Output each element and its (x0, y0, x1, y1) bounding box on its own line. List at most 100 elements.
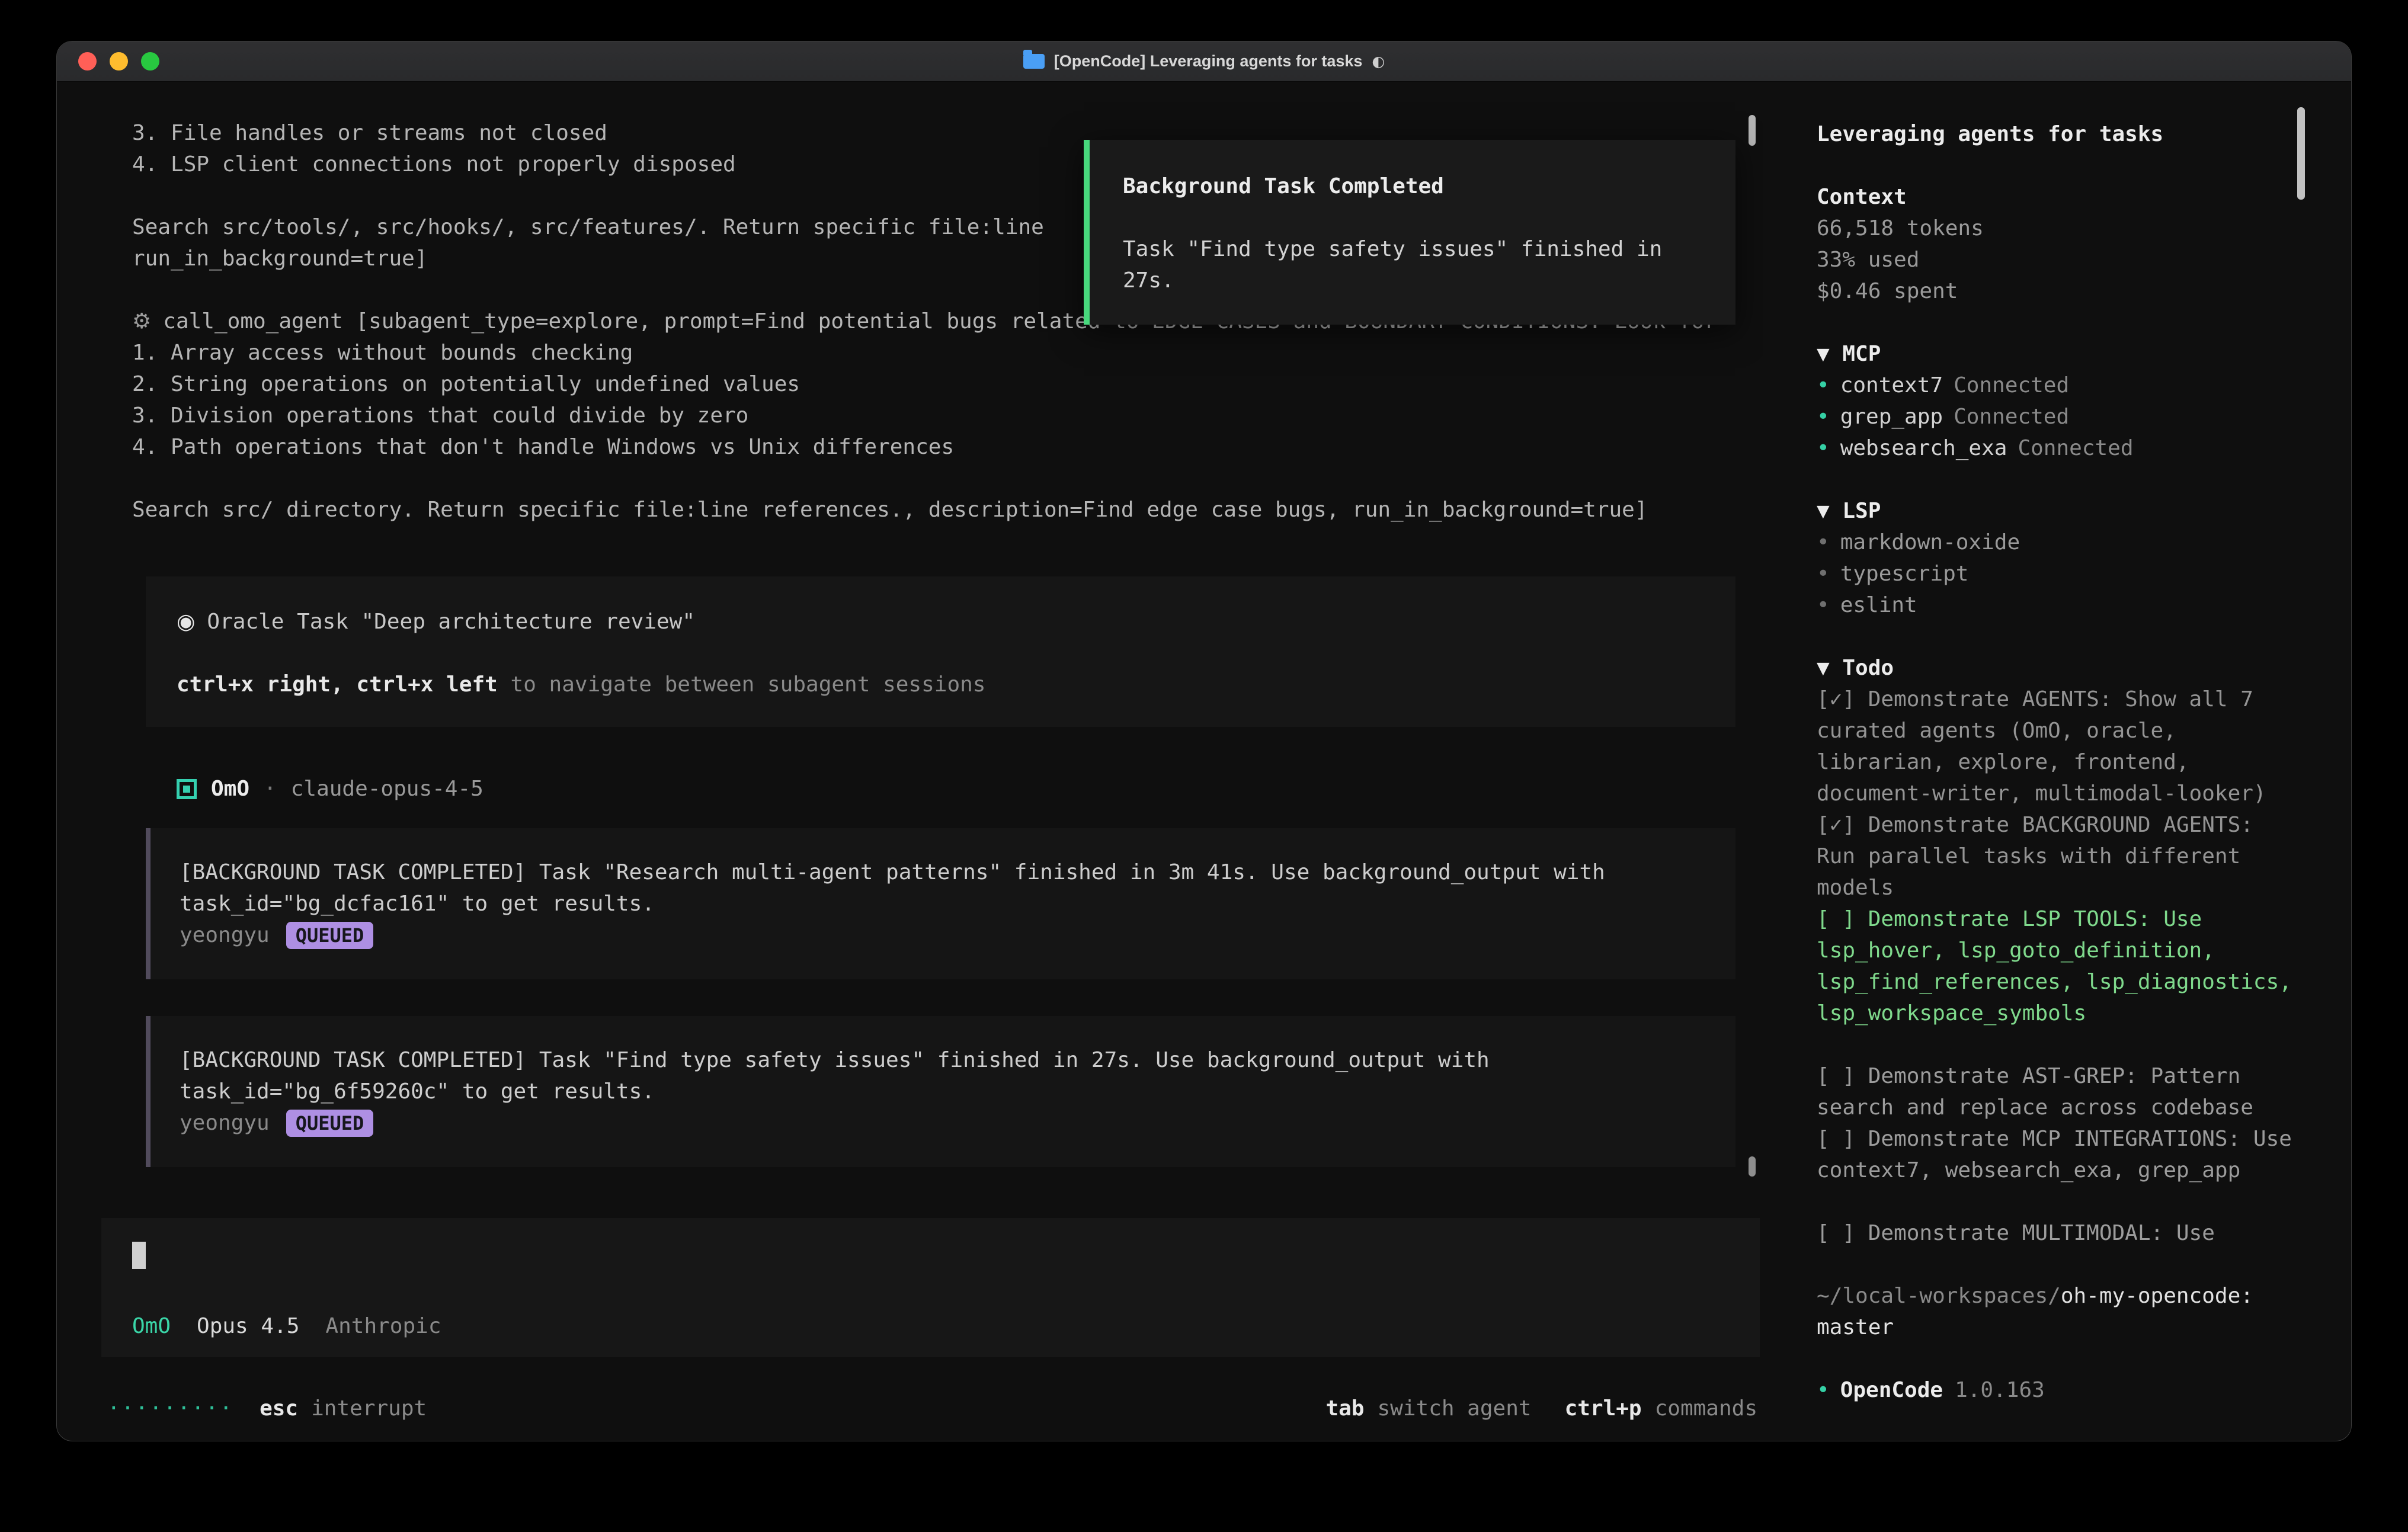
input-meta: OmO Opus 4.5 Anthropic (132, 1310, 441, 1342)
mcp-status: Connected (1954, 373, 2069, 398)
todo-item: [✓] Demonstrate AGENTS: Show all 7 curat… (1817, 684, 2292, 809)
message-footer: yeongyu QUEUED (180, 1107, 1712, 1139)
commands-label: commands (1655, 1393, 1757, 1424)
status-badge: QUEUED (286, 1110, 374, 1137)
mcp-status: Connected (2018, 436, 2133, 460)
minimize-button[interactable] (110, 52, 128, 70)
session-sidebar: Leveraging agents for tasks Context 66,5… (1763, 82, 2351, 1441)
conversation-transcript: 3. File handles or streams not closed 4.… (57, 82, 1763, 1218)
todo-section: ▼ Todo [✓] Demonstrate AGENTS: Show all … (1817, 652, 2292, 1249)
oracle-task-title-line: ◉Oracle Task "Deep architecture review" (177, 606, 1712, 637)
main-pane: 3. File handles or streams not closed 4.… (57, 82, 1763, 1441)
bullet-icon: • (1817, 530, 1830, 555)
lsp-section: ▼ LSP • markdown-oxide • typescript • eslin… (1817, 495, 2292, 621)
sidebar-footer: • OpenCode 1.0.163 (1817, 1374, 2292, 1406)
lsp-name: markdown-oxide (1840, 530, 2020, 555)
esc-label: interrupt (311, 1393, 427, 1424)
bullet-icon: • (1817, 436, 1830, 460)
gear-icon: ⚙ (132, 309, 151, 334)
mcp-name: websearch_exa (1840, 436, 2007, 460)
scrollbar-thumb[interactable] (1749, 1156, 1756, 1177)
bullet-icon: • (1817, 1374, 1830, 1406)
tab-label: switch agent (1377, 1393, 1531, 1424)
zoom-button[interactable] (141, 52, 159, 70)
window-title-text: [OpenCode] Leveraging agents for tasks (1054, 52, 1363, 70)
prompt-input[interactable]: OmO Opus 4.5 Anthropic (101, 1218, 1760, 1357)
lsp-name: typescript (1840, 562, 1969, 586)
terminal-window: [OpenCode] Leveraging agents for tasks ◐… (57, 41, 2351, 1441)
mcp-item: • grep_app Connected (1817, 401, 2292, 432)
status-bar: ········· esc interrupt tab switch agent… (57, 1384, 1763, 1441)
statusbar-right: tab switch agent ctrl+p commands (1325, 1393, 1757, 1424)
todo-section-heading: ▼ Todo (1817, 652, 2292, 684)
lsp-section-heading: ▼ LSP (1817, 495, 2292, 527)
workspace-branch: master (1817, 1312, 2292, 1343)
esc-key: esc (260, 1393, 298, 1424)
bullet-icon: • (1817, 373, 1830, 398)
mcp-name: grep_app (1840, 405, 1943, 429)
sidebar-scrollbar-thumb[interactable] (2297, 107, 2305, 200)
hint-keys: ctrl+x right, ctrl+x left (177, 672, 498, 697)
input-provider-name: Anthropic (325, 1310, 441, 1342)
workspace-section: ~/local-workspaces/oh-my-opencode: maste… (1817, 1280, 2292, 1343)
message-footer: yeongyu QUEUED (180, 919, 1712, 951)
message-card: [BACKGROUND TASK COMPLETED] Task "Resear… (146, 828, 1735, 979)
workspace-path-prefix: ~/local-workspaces/ (1817, 1284, 2061, 1308)
toast-body: Task "Find type safety issues" finished … (1123, 233, 1706, 296)
titlebar: [OpenCode] Leveraging agents for tasks ◐ (57, 41, 2351, 82)
mcp-status: Connected (1954, 405, 2069, 429)
transcript-line: 1. Array access without bounds checking (101, 337, 1763, 368)
todo-item: [ ] Demonstrate MULTIMODAL: Use (1817, 1217, 2292, 1249)
lsp-name: eslint (1840, 593, 1917, 617)
transcript-line: 2. String operations on potentially unde… (101, 368, 1763, 400)
text-cursor (132, 1242, 146, 1269)
scrollbar-thumb[interactable] (1749, 115, 1756, 146)
transcript-line: 4. Path operations that don't handle Win… (101, 431, 1763, 463)
background-task-toast[interactable]: Background Task Completed Task "Find typ… (1084, 140, 1735, 325)
agent-separator: · (264, 773, 277, 805)
todo-item: [✓] Demonstrate BACKGROUND AGENTS: Run p… (1817, 809, 2292, 903)
context-section: Context 66,518 tokens 33% used $0.46 spe… (1817, 181, 2292, 307)
session-title: Leveraging agents for tasks (1817, 118, 2292, 150)
mcp-name: context7 (1840, 373, 1943, 398)
message-author: yeongyu (180, 1107, 270, 1139)
app-name: OpenCode (1840, 1374, 1943, 1406)
transcript-blank-line (101, 463, 1763, 494)
message-author: yeongyu (180, 919, 270, 951)
context-used: 33% used (1817, 244, 2292, 275)
todo-item: [ ] Demonstrate LSP TOOLS: Use lsp_hover… (1817, 903, 2292, 1029)
agent-model: claude-opus-4-5 (291, 773, 483, 805)
context-tokens: 66,518 tokens (1817, 213, 2292, 244)
mcp-section-heading: ▼ MCP (1817, 338, 2292, 370)
close-button[interactable] (78, 52, 97, 70)
hint-text: to navigate between subagent sessions (498, 672, 986, 697)
workspace-path: ~/local-workspaces/oh-my-opencode: (1817, 1280, 2292, 1312)
oracle-task-panel: ◉Oracle Task "Deep architecture review" … (146, 576, 1735, 727)
mcp-item: • websearch_exa Connected (1817, 432, 2292, 464)
input-agent-name: OmO (132, 1310, 171, 1342)
bullet-icon: • (1817, 593, 1830, 617)
toast-title: Background Task Completed (1123, 171, 1706, 202)
message-line: task_id="bg_dcfac161" to get results. (180, 888, 1712, 919)
message-card: [BACKGROUND TASK COMPLETED] Task "Find t… (146, 1016, 1735, 1167)
omo-agent-icon (177, 779, 197, 799)
folder-icon (1023, 54, 1045, 69)
lsp-item: • typescript (1817, 558, 2292, 589)
transcript-line: 3. Division operations that could divide… (101, 400, 1763, 431)
message-line: task_id="bg_6f59260c" to get results. (180, 1076, 1712, 1107)
input-model-name: Opus 4.5 (197, 1310, 299, 1342)
lsp-item: • eslint (1817, 589, 2292, 621)
agent-header: OmO · claude-opus-4-5 (177, 773, 1763, 805)
bullet-icon: • (1817, 562, 1830, 586)
status-badge: QUEUED (286, 922, 374, 949)
todo-item: [ ] Demonstrate MCP INTEGRATIONS: Use co… (1817, 1123, 2292, 1186)
message-line: [BACKGROUND TASK COMPLETED] Task "Find t… (180, 1044, 1712, 1076)
todo-item: [ ] Demonstrate AST-GREP: Pattern search… (1817, 1060, 2292, 1123)
tab-key: tab (1325, 1393, 1364, 1424)
bullet-icon: • (1817, 405, 1830, 429)
traffic-lights (78, 41, 159, 81)
commands-hint: ctrl+p commands (1565, 1393, 1757, 1424)
oracle-icon: ◉ (177, 610, 195, 634)
app-version: 1.0.163 (1955, 1374, 2045, 1406)
lsp-item: • markdown-oxide (1817, 527, 2292, 558)
